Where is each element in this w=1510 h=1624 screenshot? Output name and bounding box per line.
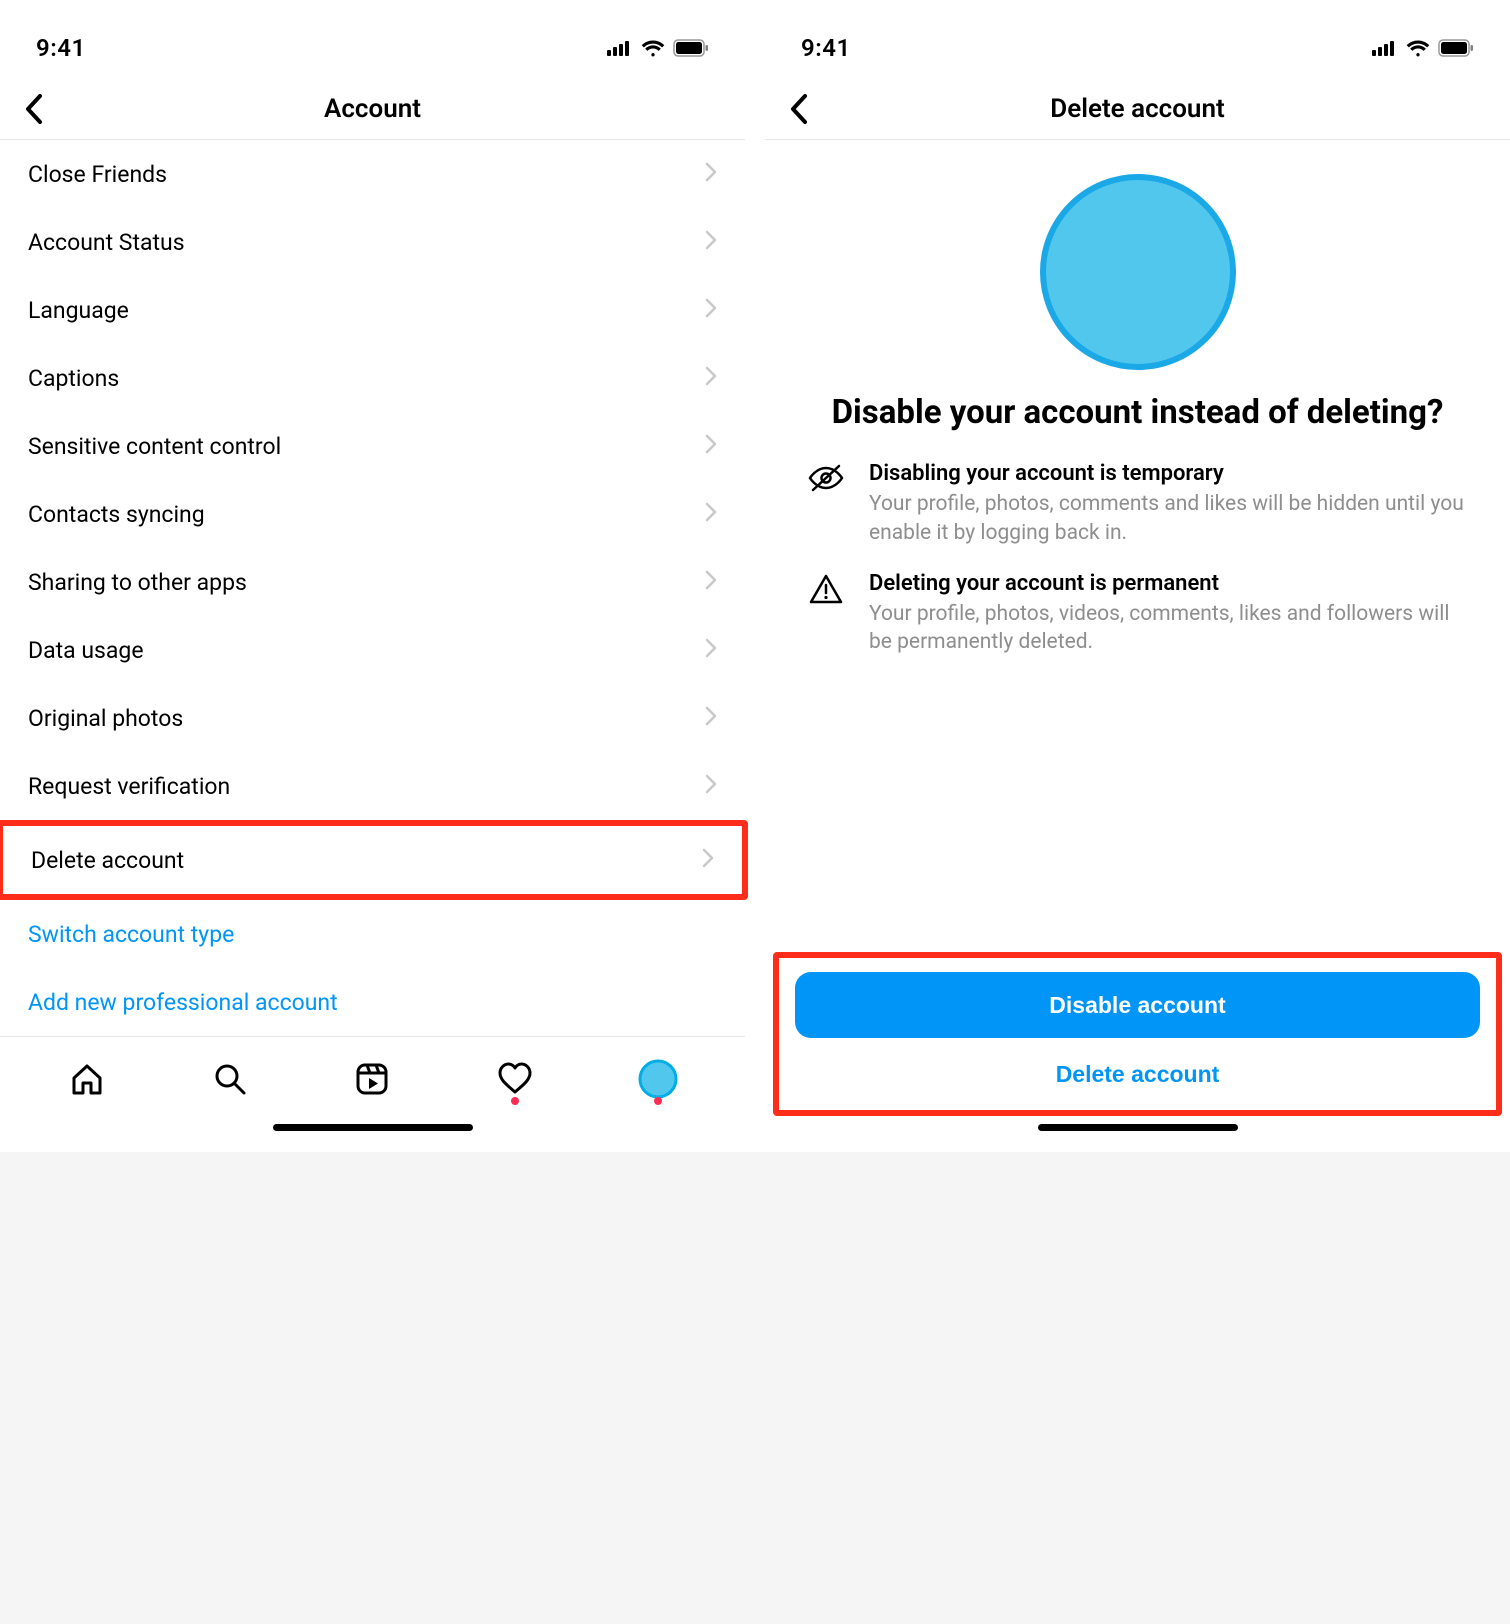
bullet-disable-temporary: Disabling your account is temporary Your… — [805, 461, 1470, 547]
chevron-left-icon — [24, 94, 44, 124]
page-title: Account — [324, 94, 421, 124]
tab-activity[interactable] — [485, 1049, 545, 1109]
bullet-title: Deleting your account is permanent — [869, 571, 1470, 596]
chevron-right-icon — [705, 501, 717, 528]
settings-list: Close Friends Account Status Language Ca… — [0, 140, 745, 1036]
chevron-right-icon — [705, 773, 717, 800]
screen-delete-account: 9:41 Delete account Disable your account… — [765, 0, 1510, 1152]
screen-account-settings: 9:41 Account Close Friends Account Statu… — [0, 0, 745, 1152]
chevron-right-icon — [705, 229, 717, 256]
wifi-icon — [641, 39, 665, 57]
row-account-status[interactable]: Account Status — [0, 208, 745, 276]
row-captions[interactable]: Captions — [0, 344, 745, 412]
row-label: Switch account type — [28, 921, 234, 948]
tab-profile[interactable] — [628, 1049, 688, 1109]
delete-account-button[interactable]: Delete account — [795, 1046, 1480, 1102]
bullet-desc: Your profile, photos, comments and likes… — [869, 490, 1470, 547]
chevron-right-icon — [705, 433, 717, 460]
chevron-right-icon — [705, 297, 717, 324]
chevron-left-icon — [789, 94, 809, 124]
nav-header: Account — [0, 78, 745, 140]
row-request-verification[interactable]: Request verification — [0, 752, 745, 820]
row-data-usage[interactable]: Data usage — [0, 616, 745, 684]
back-button[interactable] — [10, 85, 58, 133]
status-time: 9:41 — [801, 34, 851, 62]
cellular-icon — [607, 40, 633, 56]
battery-icon — [1438, 39, 1474, 57]
search-icon — [212, 1061, 248, 1097]
battery-icon — [673, 39, 709, 57]
chevron-right-icon — [702, 847, 714, 874]
home-indicator-pill — [273, 1124, 473, 1131]
row-sensitive-content[interactable]: Sensitive content control — [0, 412, 745, 480]
status-bar: 9:41 — [0, 0, 745, 78]
home-indicator-pill — [1038, 1124, 1238, 1131]
delete-account-content: Disable your account instead of deleting… — [765, 140, 1510, 952]
eye-off-icon — [805, 461, 847, 547]
tab-search[interactable] — [200, 1049, 260, 1109]
disable-account-button[interactable]: Disable account — [795, 972, 1480, 1038]
status-bar: 9:41 — [765, 0, 1510, 78]
bullet-desc: Your profile, photos, videos, comments, … — [869, 600, 1470, 657]
home-indicator — [765, 1116, 1510, 1152]
row-original-photos[interactable]: Original photos — [0, 684, 745, 752]
chevron-right-icon — [705, 705, 717, 732]
row-label: Delete account — [31, 847, 184, 874]
status-indicators — [607, 39, 709, 57]
heart-icon — [497, 1061, 533, 1097]
warning-triangle-icon — [805, 571, 847, 657]
row-label: Account Status — [28, 229, 185, 256]
bullet-delete-permanent: Deleting your account is permanent Your … — [805, 571, 1470, 657]
row-label: Language — [28, 297, 129, 324]
tab-home[interactable] — [57, 1049, 117, 1109]
wifi-icon — [1406, 39, 1430, 57]
notification-dot — [511, 1097, 519, 1105]
back-button[interactable] — [775, 85, 823, 133]
tab-reels[interactable] — [342, 1049, 402, 1109]
row-close-friends[interactable]: Close Friends — [0, 140, 745, 208]
profile-avatar — [1040, 174, 1236, 370]
notification-dot — [654, 1097, 662, 1105]
row-label: Close Friends — [28, 161, 167, 188]
row-language[interactable]: Language — [0, 276, 745, 344]
highlight-delete-account: Delete account — [0, 820, 748, 900]
chevron-right-icon — [705, 365, 717, 392]
row-label: Sensitive content control — [28, 433, 281, 460]
row-label: Captions — [28, 365, 119, 392]
row-label: Contacts syncing — [28, 501, 205, 528]
page-title: Delete account — [1050, 94, 1224, 124]
row-contacts-syncing[interactable]: Contacts syncing — [0, 480, 745, 548]
home-indicator — [0, 1116, 745, 1152]
row-label: Original photos — [28, 705, 183, 732]
bullet-title: Disabling your account is temporary — [869, 461, 1470, 486]
profile-avatar-icon — [638, 1059, 678, 1099]
status-indicators — [1372, 39, 1474, 57]
tab-bar — [0, 1036, 745, 1116]
home-icon — [69, 1061, 105, 1097]
row-sharing-other-apps[interactable]: Sharing to other apps — [0, 548, 745, 616]
row-label: Add new professional account — [28, 989, 338, 1016]
row-delete-account[interactable]: Delete account — [3, 826, 742, 894]
reels-icon — [354, 1061, 390, 1097]
chevron-right-icon — [705, 637, 717, 664]
nav-header: Delete account — [765, 78, 1510, 140]
link-switch-account-type[interactable]: Switch account type — [0, 900, 745, 968]
cellular-icon — [1372, 40, 1398, 56]
chevron-right-icon — [705, 161, 717, 188]
row-label: Data usage — [28, 637, 144, 664]
row-label: Sharing to other apps — [28, 569, 247, 596]
highlight-action-buttons: Disable account Delete account — [773, 952, 1502, 1116]
row-label: Request verification — [28, 773, 230, 800]
chevron-right-icon — [705, 569, 717, 596]
link-add-professional-account[interactable]: Add new professional account — [0, 968, 745, 1036]
status-time: 9:41 — [36, 34, 86, 62]
headline: Disable your account instead of deleting… — [832, 392, 1444, 433]
